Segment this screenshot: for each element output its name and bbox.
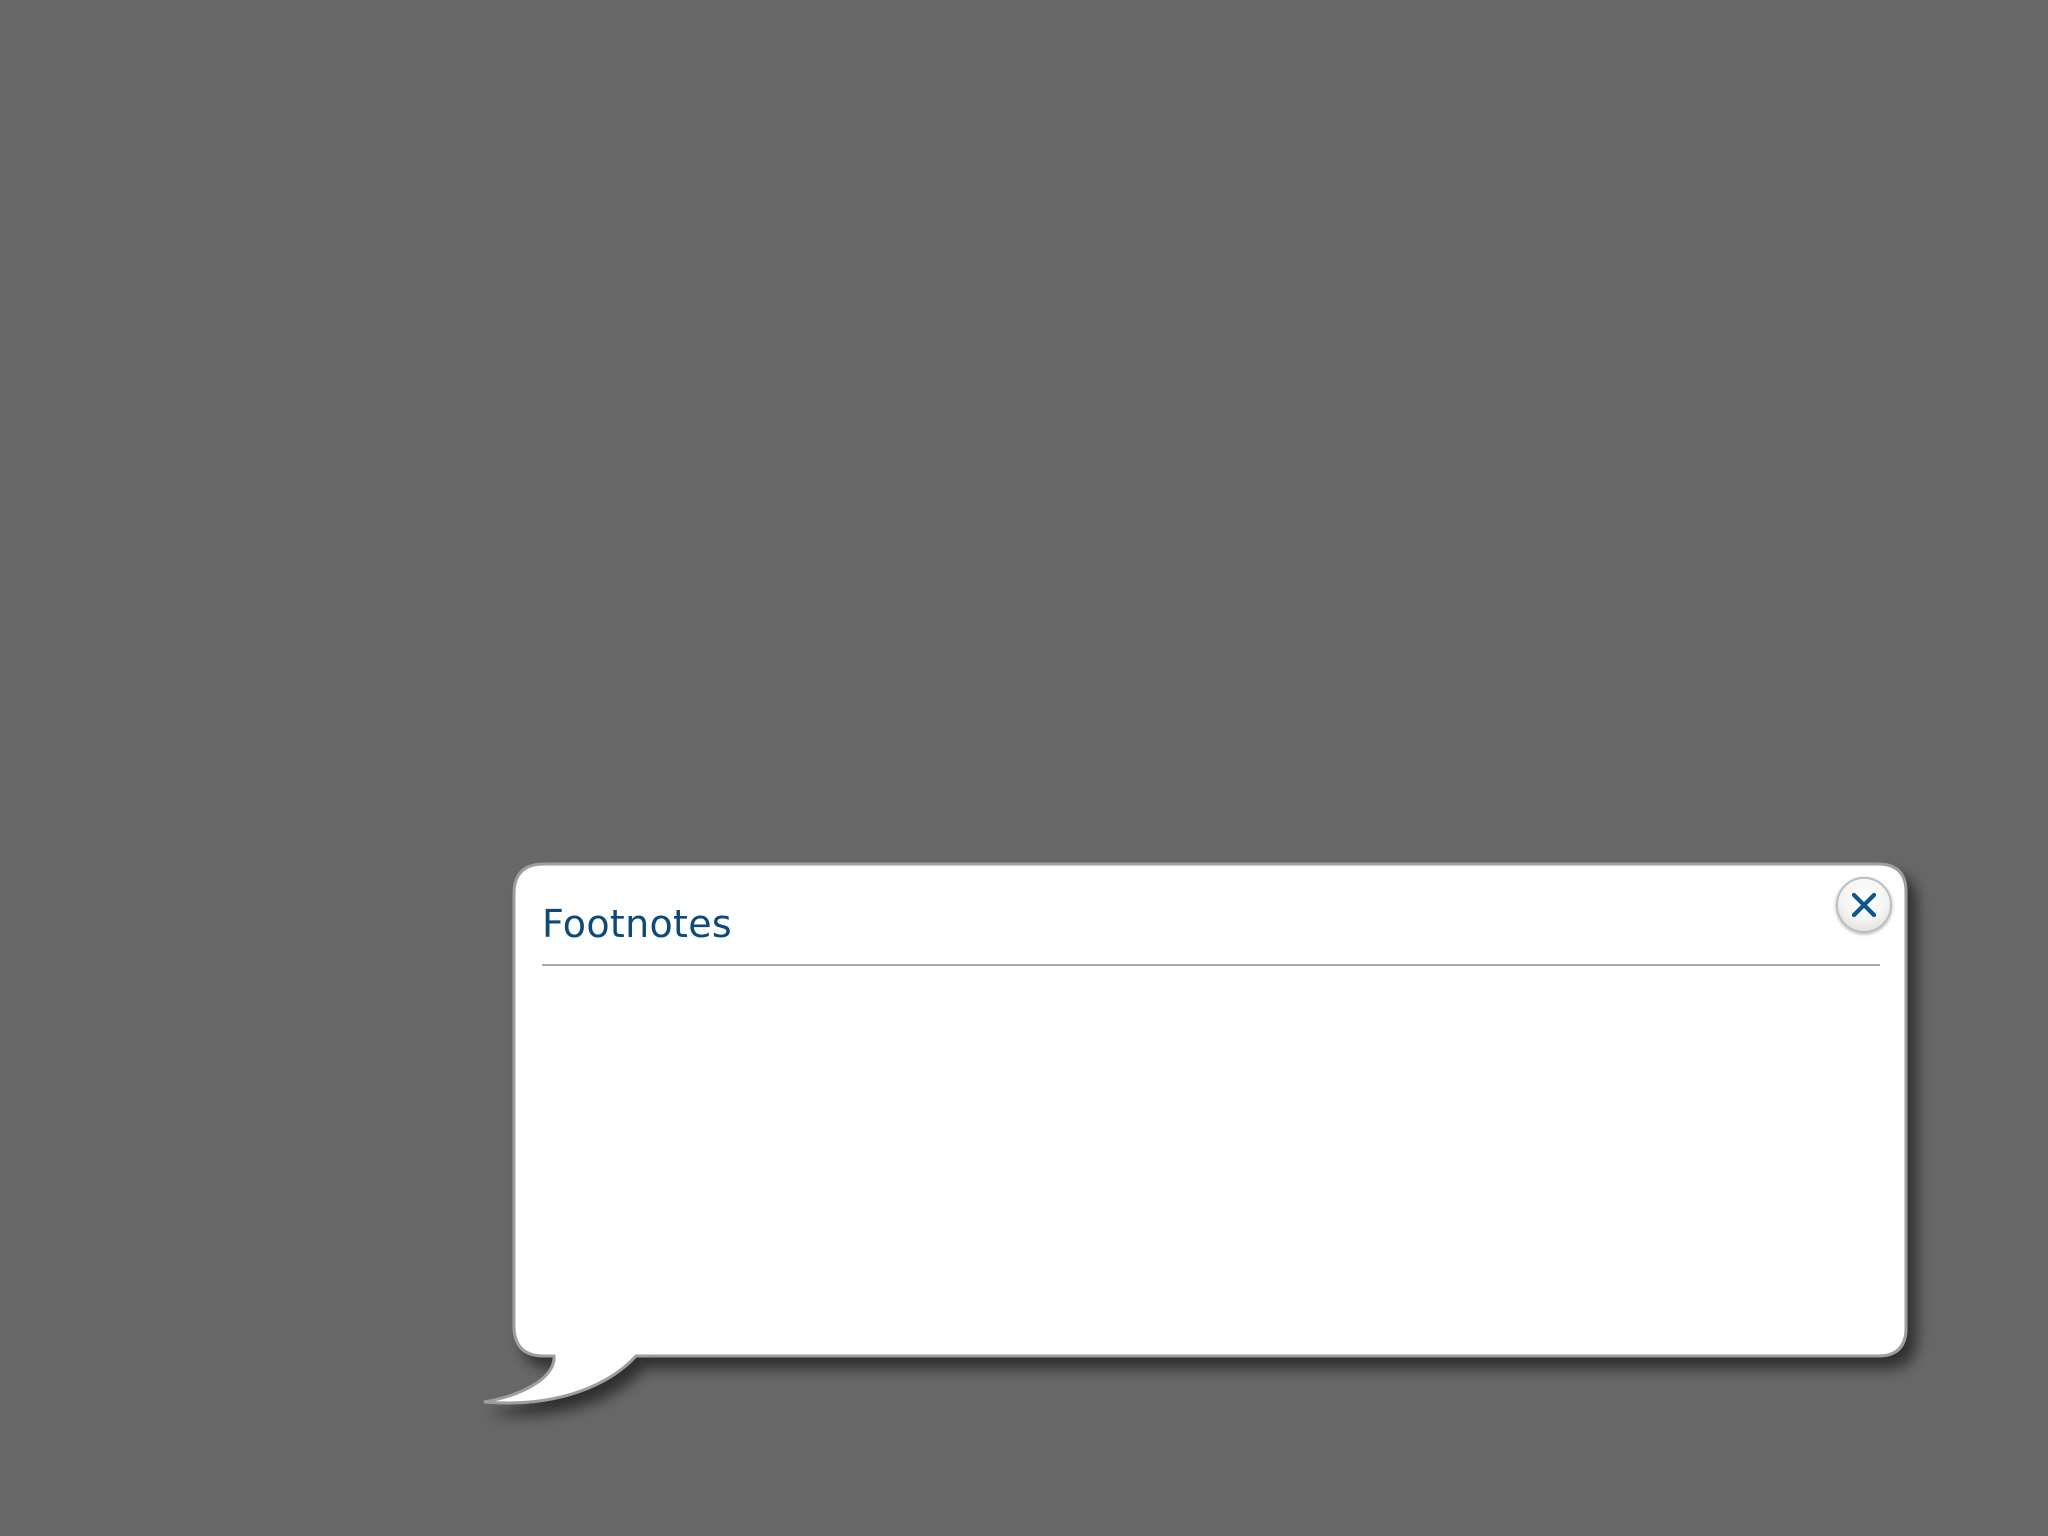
close-button[interactable] <box>1836 877 1892 933</box>
popup-title: Footnotes <box>542 902 733 946</box>
modal-backdrop[interactable]: Footnotes <box>0 0 2048 1536</box>
footnotes-popup: Footnotes <box>516 869 1900 1351</box>
close-x-icon <box>1851 892 1877 918</box>
title-divider <box>542 964 1880 966</box>
